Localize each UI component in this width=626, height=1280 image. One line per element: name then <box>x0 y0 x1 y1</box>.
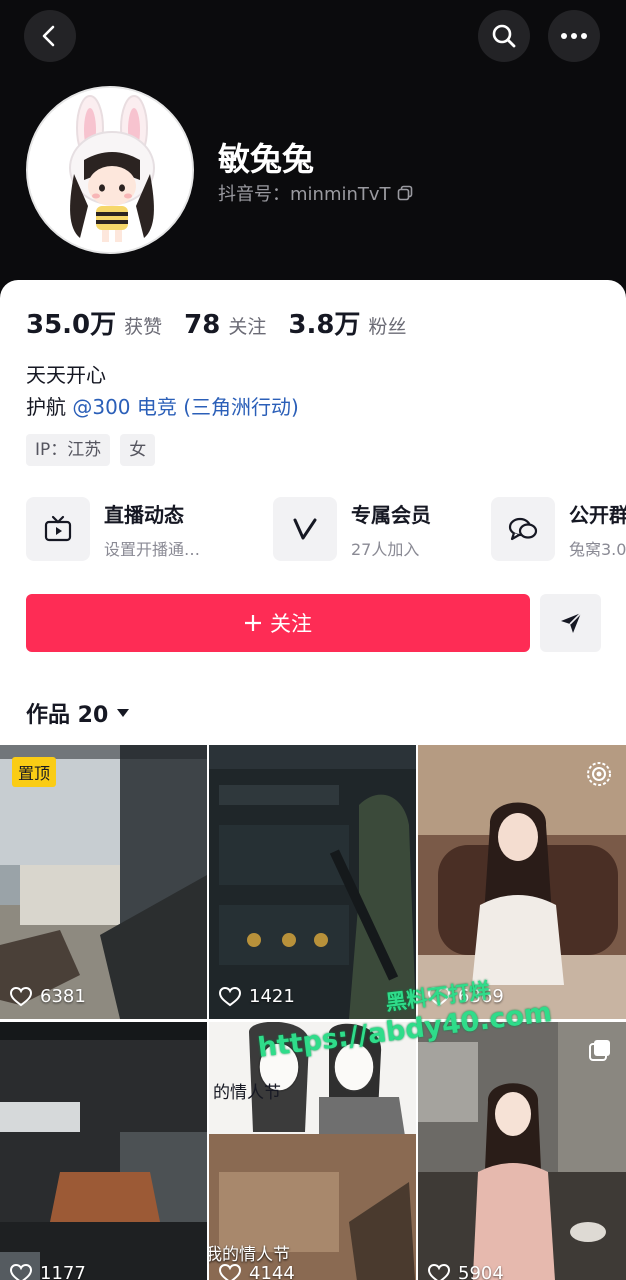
nickname: 敏兔兔 <box>218 140 315 178</box>
chat-icon <box>508 517 538 541</box>
guard-mention-link[interactable]: @300 电竞 (三角洲行动) <box>72 395 299 419</box>
chevron-left-icon <box>42 25 55 47</box>
v-icon <box>293 518 317 540</box>
tv-icon <box>44 515 72 542</box>
plus-icon <box>245 615 261 631</box>
feature-row: 直播动态 设置开播通… 专属会员 27人加入 公开群 兔窝3.0 <box>26 497 626 561</box>
search-button[interactable] <box>478 10 530 62</box>
video-likes: 4144 <box>219 1263 295 1280</box>
search-icon <box>492 24 516 48</box>
feature-title: 直播动态 <box>104 502 184 527</box>
share-button[interactable] <box>540 594 601 652</box>
heart-icon <box>10 1263 32 1280</box>
feature-icon-box <box>491 497 555 561</box>
feature-live-updates[interactable]: 直播动态 设置开播通… <box>26 497 273 561</box>
stat-label: 获赞 <box>124 316 163 338</box>
feature-title: 公开群 <box>569 502 626 527</box>
bunny-girl-avatar-icon <box>28 88 192 252</box>
heart-icon <box>219 1263 241 1280</box>
feature-title: 专属会员 <box>351 502 431 527</box>
like-count: 6381 <box>40 986 86 1007</box>
video-thumbnail[interactable]: 5904 <box>418 1022 626 1280</box>
stat-label: 粉丝 <box>368 316 407 338</box>
feature-membership[interactable]: 专属会员 27人加入 <box>273 497 491 561</box>
feature-icon-box <box>26 497 90 561</box>
stat-value: 3.8万 <box>288 310 361 340</box>
pinned-badge: 置顶 <box>12 757 57 787</box>
bio-text: 天天开心 <box>26 363 106 387</box>
valentine-top-text: 的情人节 <box>213 1083 281 1103</box>
heart-icon <box>219 986 241 1006</box>
video-likes: 1177 <box>10 1263 86 1280</box>
stat-followers[interactable]: 3.8万 粉丝 <box>288 304 406 341</box>
works-tab[interactable]: 作品 20 <box>26 697 130 729</box>
stat-following[interactable]: 78 关注 <box>184 310 266 340</box>
stats-row: 35.0万 获赞 78 关注 3.8万 粉丝 <box>26 304 406 341</box>
send-icon <box>560 612 582 633</box>
more-button[interactable] <box>548 10 600 62</box>
caret-down-icon <box>117 709 130 717</box>
video-thumbnail[interactable]: 的情人节 我的情人节 4144 <box>209 1022 416 1280</box>
douyin-id: 抖音号：minminTvT <box>218 184 391 205</box>
stat-value: 78 <box>184 310 221 340</box>
feature-subtitle: 27人加入 <box>351 539 420 559</box>
works-label: 作品 20 <box>26 703 109 728</box>
guard-prefix: 护航 <box>26 395 73 419</box>
douyin-id-row: 抖音号：minminTvT <box>218 180 413 206</box>
follow-button[interactable]: 关注 <box>26 594 530 652</box>
feature-icon-box <box>273 497 337 561</box>
heart-icon <box>428 1263 450 1280</box>
more-icon <box>561 33 587 39</box>
multi-image-icon <box>589 1040 610 1061</box>
feature-subtitle: 设置开播通… <box>104 539 201 559</box>
video-likes: 6381 <box>10 986 86 1007</box>
stat-likes[interactable]: 35.0万 获赞 <box>26 304 162 341</box>
video-likes: 5904 <box>428 1263 504 1280</box>
heart-icon <box>10 986 32 1006</box>
live-photo-icon <box>587 762 611 786</box>
feature-subtitle: 兔窝3.0 <box>569 539 626 559</box>
ip-location-tag: IP：江苏 <box>26 434 111 466</box>
like-count: 5904 <box>458 1263 504 1280</box>
stat-value: 35.0万 <box>26 310 117 340</box>
copy-icon[interactable] <box>397 185 413 201</box>
game-room-thumbnail-icon <box>0 1022 207 1280</box>
avatar[interactable] <box>26 86 194 254</box>
back-button[interactable] <box>24 10 76 62</box>
feature-public-group[interactable]: 公开群 兔窝3.0 <box>491 497 626 561</box>
tags-row: IP：江苏 女 <box>26 434 156 466</box>
video-thumbnail[interactable]: 置顶 6381 <box>0 745 207 1019</box>
like-count: 4144 <box>249 1263 295 1280</box>
video-thumbnail[interactable]: 1421 <box>209 745 416 1019</box>
game-stats-thumbnail-icon <box>209 745 416 1019</box>
video-thumbnail[interactable]: 1177 <box>0 1022 207 1280</box>
gender-tag: 女 <box>120 434 156 466</box>
like-count: 1177 <box>40 1263 86 1280</box>
follow-label: 关注 <box>270 612 312 636</box>
guard-line: 护航 @300 电竞 (三角洲行动) <box>26 392 299 422</box>
valentine-bottom-text: 我的情人节 <box>209 1245 290 1265</box>
stat-label: 关注 <box>228 316 267 338</box>
